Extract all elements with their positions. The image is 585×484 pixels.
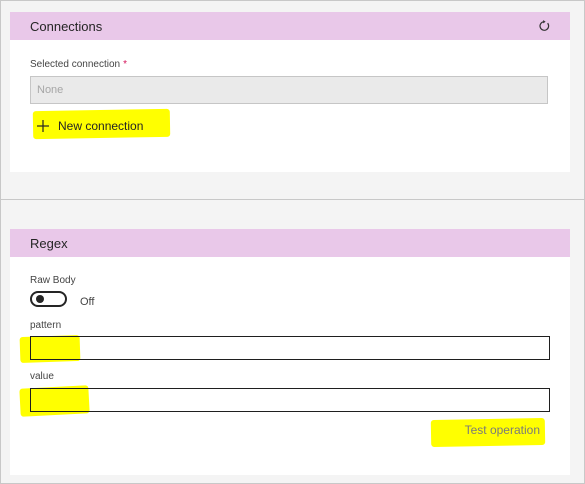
new-connection-link[interactable]: New connection [36, 119, 143, 133]
value-label: value [30, 371, 54, 382]
raw-body-toggle[interactable] [30, 291, 67, 307]
section-divider [0, 199, 585, 200]
toggle-knob [36, 295, 44, 303]
connections-card: Connections Selected connection * None Ne… [10, 12, 570, 172]
pattern-label: pattern [30, 320, 62, 331]
connections-header: Connections [10, 12, 570, 40]
test-operation-button[interactable]: Test operation [465, 423, 540, 437]
required-mark: * [123, 59, 127, 70]
connection-select[interactable]: None [30, 76, 548, 104]
raw-body-label: Raw Body [30, 275, 76, 286]
selected-connection-label: Selected connection * [30, 59, 127, 70]
connections-title: Connections [30, 18, 103, 34]
selected-connection-text: Selected connection [30, 59, 121, 70]
connection-select-value: None [37, 84, 64, 96]
raw-body-state: Off [80, 296, 95, 308]
regex-card: Regex Raw Body Off pattern value Test op… [10, 229, 570, 475]
plus-icon [36, 119, 50, 133]
pattern-input[interactable] [30, 336, 550, 360]
regex-title: Regex [30, 235, 68, 251]
new-connection-label: New connection [58, 119, 144, 133]
value-input[interactable] [30, 388, 550, 412]
refresh-icon[interactable] [536, 18, 552, 34]
regex-header: Regex [10, 229, 570, 257]
